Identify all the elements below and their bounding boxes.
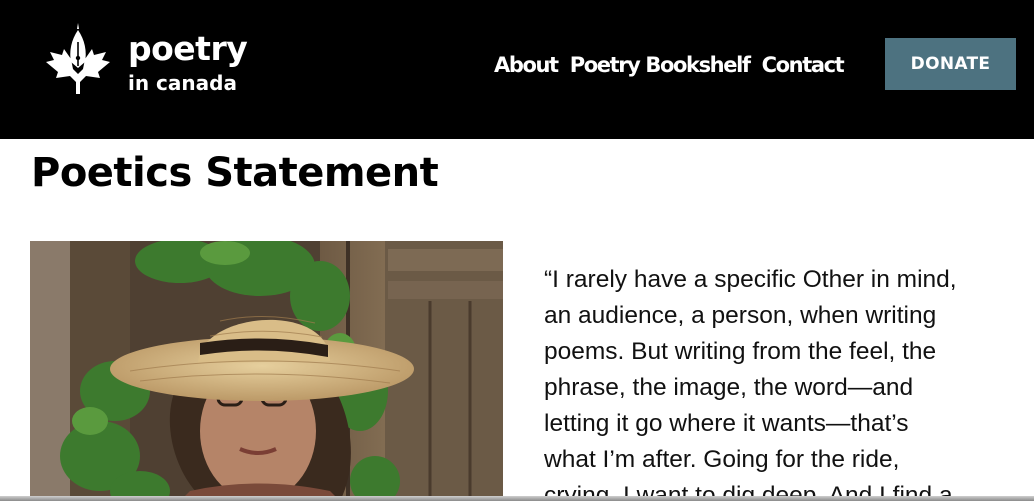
main-nav: About Poetry Bookshelf Contact	[494, 50, 855, 80]
logo-subtitle: in canada	[128, 71, 237, 95]
page-title: Poetics Statement	[31, 150, 439, 196]
author-photo	[30, 241, 503, 501]
nav-poetry-bookshelf[interactable]: Poetry Bookshelf	[570, 53, 751, 77]
quote-line: “I rarely have a specific Other in mind,	[544, 266, 957, 293]
quote-line: what I’m after. Going for the ride,	[544, 446, 900, 473]
site-header: poetry in canada About Poetry Bookshelf …	[0, 0, 1034, 139]
nav-about[interactable]: About	[494, 53, 559, 77]
donate-button[interactable]: DONATE	[885, 38, 1016, 90]
logo-wordmark: poetry	[128, 29, 248, 68]
site-logo[interactable]: poetry in canada	[44, 22, 254, 102]
window-bottom-edge	[0, 496, 1034, 501]
maple-leaf-pen-nib-icon	[46, 23, 110, 94]
quote-line: poems. But writing from the feel, the	[544, 338, 937, 365]
quote-line: phrase, the image, the word—and	[544, 374, 914, 401]
quote-line: an audience, a person, when writing	[544, 302, 937, 329]
quote-line: letting it go where it wants—that’s	[544, 410, 909, 437]
nav-contact[interactable]: Contact	[762, 53, 845, 77]
poetics-quote: “I rarely have a specific Other in mind,…	[544, 262, 1024, 501]
